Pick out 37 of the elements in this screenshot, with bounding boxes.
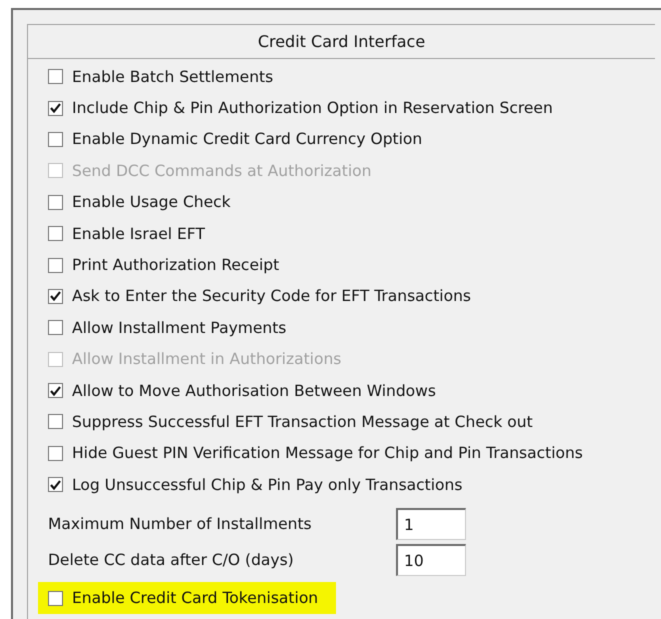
option-label: Allow Installment Payments bbox=[72, 318, 286, 337]
checkbox[interactable] bbox=[48, 477, 63, 492]
check-icon bbox=[50, 291, 61, 302]
option-label: Enable Dynamic Credit Card Currency Option bbox=[72, 130, 422, 148]
option-label: Enable Usage Check bbox=[72, 193, 231, 212]
option-label: Suppress Successful EFT Transaction Message at Check out bbox=[72, 412, 533, 431]
field-label: Maximum Number of Installments bbox=[48, 515, 313, 534]
option-label: Hide Guest PIN Verification Message for Chip and Pin Transactions bbox=[72, 444, 583, 462]
checkbox[interactable] bbox=[48, 320, 63, 336]
option-label: Enable Israel EFT bbox=[72, 224, 205, 243]
checkbox[interactable] bbox=[48, 100, 63, 116]
option-label: Ask to Enter the Security Code for EFT Transactions bbox=[72, 287, 471, 306]
checkbox[interactable] bbox=[48, 194, 63, 210]
input-field[interactable]: 1 bbox=[396, 508, 466, 540]
checkbox[interactable] bbox=[48, 69, 63, 84]
option-label: Log Unsuccessful Chip & Pin Pay only Transactions bbox=[72, 476, 462, 494]
option-label: Send DCC Commands at Authorization bbox=[72, 162, 372, 180]
field-label: Delete CC data after C/O (days) bbox=[48, 551, 295, 570]
checkbox[interactable] bbox=[48, 414, 63, 430]
checkbox[interactable] bbox=[48, 258, 63, 273]
checkbox[interactable] bbox=[48, 132, 63, 147]
checkbox[interactable] bbox=[48, 446, 63, 461]
option-label: Print Authorization Receipt bbox=[72, 256, 280, 274]
checkbox[interactable] bbox=[48, 288, 63, 304]
check-icon bbox=[50, 480, 61, 490]
option-label: Enable Credit Card Tokenisation bbox=[72, 589, 318, 608]
check-icon bbox=[50, 386, 61, 396]
option-label: Allow to Move Authorisation Between Windows bbox=[72, 382, 436, 400]
option-label: Include Chip & Pin Authorization Option in Reservation Screen bbox=[72, 99, 553, 118]
check-icon bbox=[50, 103, 61, 114]
checkbox[interactable] bbox=[48, 383, 63, 398]
panel-title: Credit Card Interface bbox=[28, 25, 655, 59]
option-label: Enable Batch Settlements bbox=[72, 68, 274, 86]
checkbox[interactable] bbox=[48, 590, 63, 606]
input-field[interactable]: 10 bbox=[396, 544, 466, 576]
checkbox[interactable] bbox=[48, 226, 63, 242]
option-label: Allow Installment in Authorizations bbox=[72, 350, 342, 368]
